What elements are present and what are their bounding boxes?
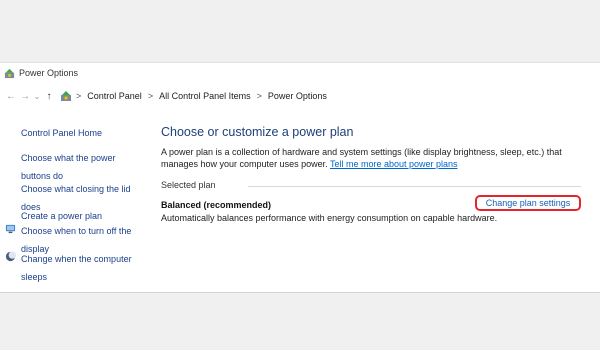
sidebar-item-computer-sleeps[interactable]: Change when the computer sleeps [21,249,133,285]
forward-button[interactable]: → [18,91,32,102]
moon-icon [5,251,16,262]
page-title: Choose or customize a power plan [161,125,354,139]
back-button[interactable]: ← [4,91,18,102]
page-description: A power plan is a collection of hardware… [161,147,581,170]
display-icon [5,224,16,234]
power-options-icon [4,68,15,78]
sidebar-item-label: Control Panel Home [21,128,103,138]
plan-description: Automatically balances performance with … [161,213,498,223]
control-panel-icon [61,91,71,101]
sidebar-item-label: Create a power plan [21,211,103,221]
breadcrumb-separator: > [256,91,262,101]
recent-locations-dropdown[interactable]: ⌄ [32,92,42,101]
sidebar-item-label: Choose what the power buttons do [21,153,116,181]
main-content: Choose or customize a power plan A power… [161,125,591,223]
breadcrumb-separator: > [76,91,82,101]
title-bar: Power Options [0,63,600,83]
power-options-window: Power Options ← → ⌄ ↑ > Control Panel > … [0,62,600,293]
sidebar-item-home[interactable]: Control Panel Home [21,123,102,141]
power-plans-help-link[interactable]: Tell me more about power plans [330,159,458,169]
address-bar: ← → ⌄ ↑ > Control Panel > All Control Pa… [0,85,600,107]
change-plan-settings-label: Change plan settings [485,198,571,208]
plan-name: Balanced (recommended) [161,200,272,210]
change-plan-settings-link[interactable]: Change plan settings [475,195,581,211]
breadcrumb-separator: > [147,91,154,101]
breadcrumb-control-panel[interactable]: Control Panel [87,91,142,101]
up-button[interactable]: ↑ [42,91,56,102]
sidebar-item-label: Change when the computer sleeps [21,254,132,282]
selected-plan-label: Selected plan [161,180,216,190]
breadcrumb-power-options[interactable]: Power Options [268,91,327,101]
window-title: Power Options [19,68,79,78]
section-divider [248,186,581,187]
breadcrumb-all-items[interactable]: All Control Panel Items [159,91,251,101]
